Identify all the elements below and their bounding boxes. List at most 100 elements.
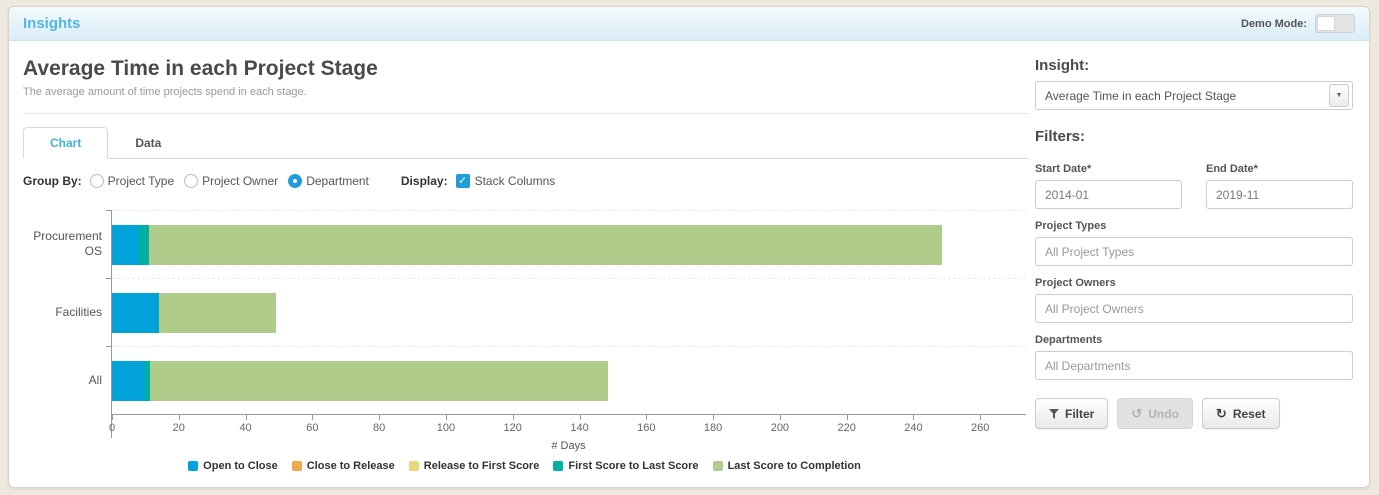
project-owners-label: Project Owners bbox=[1035, 277, 1116, 289]
end-date-label: End Date* bbox=[1206, 163, 1258, 175]
legend-swatch-icon bbox=[291, 461, 302, 471]
stacked-bar-chart: Procurement OS Facilities All 0 20 40 60 80 100… bbox=[23, 210, 1026, 472]
stack-columns-checkbox[interactable]: ✓ bbox=[455, 174, 470, 188]
insight-title: Average Time in each Project Stage bbox=[23, 57, 378, 80]
legend-item-close-to-release[interactable]: Close to Release bbox=[291, 460, 395, 472]
legend-swatch-icon bbox=[712, 461, 723, 471]
sidebar: Insight: Average Time in each Project St… bbox=[1035, 47, 1353, 429]
legend-swatch-icon bbox=[188, 461, 199, 471]
axis-tick-label: 0 bbox=[108, 422, 116, 434]
stacked-bar bbox=[112, 293, 276, 333]
tab-bar: Chart Data bbox=[23, 127, 1029, 159]
filter-button[interactable]: Filter bbox=[1035, 398, 1109, 429]
legend-item-last-score-to-completion[interactable]: Last Score to Completion bbox=[712, 460, 861, 472]
undo-icon: ↺ bbox=[1131, 406, 1143, 421]
legend-item-release-to-first-score[interactable]: Release to First Score bbox=[408, 460, 539, 472]
axis-tick-label: 160 bbox=[637, 422, 656, 434]
group-by-radio-department[interactable]: Department bbox=[288, 174, 369, 188]
toggle-knob-icon bbox=[1317, 16, 1335, 31]
axis-tick-label: 40 bbox=[239, 422, 252, 434]
legend-item-open-to-close[interactable]: Open to Close bbox=[188, 460, 278, 472]
select-dropdown-button[interactable]: ▼ bbox=[1329, 84, 1349, 107]
page-header: Insights Demo Mode: bbox=[9, 7, 1369, 41]
radio-label: Department bbox=[306, 174, 369, 188]
axis-tick-label: 240 bbox=[904, 422, 923, 434]
group-by-radio-group: Project Type Project Owner Department bbox=[89, 174, 379, 188]
axis-tick bbox=[579, 415, 581, 420]
chart-controls: Group By: Project Type Project Owner Depar… bbox=[23, 174, 1029, 188]
undo-button[interactable]: ↺ Undo bbox=[1117, 398, 1193, 429]
departments-label: Departments bbox=[1035, 334, 1103, 346]
category-label: All bbox=[88, 372, 102, 387]
y-axis-labels: Procurement OS Facilities All bbox=[23, 210, 111, 438]
end-date-input[interactable] bbox=[1206, 180, 1353, 209]
axis-tick bbox=[379, 415, 381, 420]
axis-tick-label: 220 bbox=[837, 422, 856, 434]
legend-label: Last Score to Completion bbox=[727, 460, 861, 472]
divider bbox=[23, 113, 1029, 114]
chart-legend: Open to Close Close to Release Release to … bbox=[23, 460, 1026, 472]
project-owners-input[interactable] bbox=[1035, 294, 1353, 323]
bar-segment bbox=[148, 225, 942, 265]
start-date-input[interactable] bbox=[1035, 180, 1182, 209]
axis-tick bbox=[980, 415, 982, 420]
axis-tick bbox=[245, 415, 247, 420]
axis-tick bbox=[846, 415, 848, 420]
axis-tick-label: 140 bbox=[570, 422, 589, 434]
category-label: Procurement OS bbox=[33, 229, 102, 258]
legend-label: Close to Release bbox=[306, 460, 395, 472]
insights-panel: Insights Demo Mode: Average Time in each… bbox=[8, 6, 1370, 488]
insight-select-value: Average Time in each Project Stage bbox=[1045, 88, 1237, 103]
axis-tick bbox=[312, 415, 314, 420]
bar-segment bbox=[158, 293, 276, 333]
axis-tick bbox=[445, 415, 447, 420]
project-types-input[interactable] bbox=[1035, 237, 1353, 266]
plot-area: 0 20 40 60 80 100 120 140 160 180 200 220 240 260 bbox=[106, 210, 1026, 438]
chart-bar-row bbox=[106, 210, 1026, 278]
bar-segment bbox=[112, 225, 139, 265]
demo-mode-label: Demo Mode: bbox=[1241, 17, 1307, 30]
axis-tick-label: 20 bbox=[172, 422, 185, 434]
axis-tick bbox=[779, 415, 781, 420]
axis-tick-label: 80 bbox=[373, 422, 386, 434]
insight-select-label: Insight: bbox=[1035, 57, 1090, 74]
group-by-label: Group By: bbox=[23, 174, 82, 188]
axis-tick bbox=[512, 415, 514, 420]
bar-segment bbox=[112, 361, 146, 401]
legend-item-first-score-to-last-score[interactable]: First Score to Last Score bbox=[553, 460, 699, 472]
start-date-label: Start Date* bbox=[1035, 163, 1092, 175]
axis-tick bbox=[713, 415, 715, 420]
stacked-bar bbox=[112, 361, 608, 401]
tab-chart[interactable]: Chart bbox=[23, 127, 109, 159]
stack-columns-label: Stack Columns bbox=[474, 174, 556, 188]
project-types-label: Project Types bbox=[1035, 220, 1107, 232]
legend-label: Open to Close bbox=[203, 460, 278, 472]
axis-tick bbox=[178, 415, 180, 420]
reset-button[interactable]: ↻ Reset bbox=[1201, 398, 1280, 429]
filters-heading: Filters: bbox=[1035, 128, 1086, 145]
bar-segment bbox=[112, 293, 159, 333]
category-label: Facilities bbox=[55, 304, 102, 319]
tab-data[interactable]: Data bbox=[108, 127, 188, 159]
bar-segment bbox=[150, 361, 608, 401]
display-label: Display: bbox=[400, 174, 448, 188]
radio-icon bbox=[89, 174, 104, 188]
group-by-radio-project-owner[interactable]: Project Owner bbox=[184, 174, 278, 188]
insight-select[interactable]: Average Time in each Project Stage ▼ bbox=[1035, 81, 1353, 110]
demo-mode-toggle[interactable] bbox=[1315, 14, 1355, 33]
funnel-icon bbox=[1049, 408, 1059, 419]
stacked-bar bbox=[112, 225, 942, 265]
axis-tick-label: 120 bbox=[503, 422, 522, 434]
axis-tick-label: 200 bbox=[770, 422, 790, 434]
axis-tick bbox=[112, 415, 113, 420]
chevron-down-icon: ▼ bbox=[1335, 92, 1343, 99]
bar-segment bbox=[138, 225, 149, 265]
departments-input[interactable] bbox=[1035, 351, 1353, 380]
axis-tick bbox=[646, 415, 648, 420]
legend-label: First Score to Last Score bbox=[568, 460, 699, 472]
axis-tick-label: 260 bbox=[971, 422, 990, 434]
radio-icon bbox=[184, 174, 199, 188]
page-title: Insights bbox=[23, 15, 81, 32]
x-axis-title: # Days bbox=[551, 440, 586, 452]
group-by-radio-project-type[interactable]: Project Type bbox=[89, 174, 174, 188]
